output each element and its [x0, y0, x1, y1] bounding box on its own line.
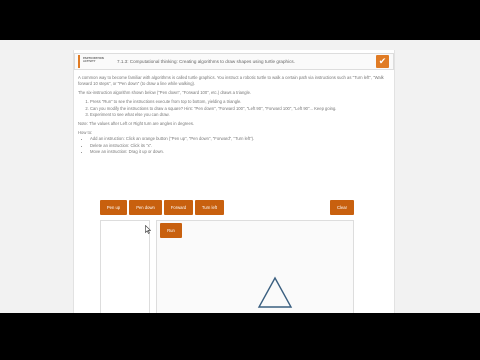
intro-text: A common way to become familiar with alg… [78, 75, 384, 86]
activity-tag: PARTICIPATION ACTIVITY [78, 55, 111, 68]
tag-line2: ACTIVITY [83, 60, 96, 64]
howto-item: Add an instruction: Click an orange butt… [90, 136, 390, 142]
forward-button[interactable]: Forward [164, 200, 193, 215]
turtle-canvas: Run [156, 220, 354, 313]
activity-body: A common way to become familiar with alg… [78, 75, 390, 158]
turn-left-button[interactable]: Turn left [195, 200, 224, 215]
activity-title: 7.1.3: Computational thinking: Creating … [117, 59, 295, 64]
howto-item: Delete an instruction: Click its "x". [90, 143, 390, 149]
triangle-drawing [257, 276, 293, 308]
step-item: Can you modify the instructions to draw … [90, 106, 390, 112]
steps-list: Press "Run" to see the instructions exec… [90, 99, 390, 118]
instruction-toolbar: Pen up Pen down Forward Turn left Clear [100, 200, 390, 215]
step-item: Experiment to see what else you can draw… [90, 112, 390, 118]
howto-item: Move an instruction: Drag it up or down. [90, 149, 390, 155]
howto-list: Add an instruction: Click an orange butt… [90, 136, 390, 155]
cursor-icon [145, 224, 152, 236]
step-item: Press "Run" to see the instructions exec… [90, 99, 390, 105]
instruction-list-panel[interactable] [100, 220, 152, 313]
instructions-intro: The six-instruction algorithm shown belo… [78, 90, 252, 95]
activity-card: PARTICIPATION ACTIVITY 7.1.3: Computatio… [73, 50, 395, 313]
page: PARTICIPATION ACTIVITY 7.1.3: Computatio… [0, 40, 480, 313]
activity-header: PARTICIPATION ACTIVITY 7.1.3: Computatio… [74, 53, 394, 70]
note-text: Note: The values after Left or Right tur… [78, 121, 195, 126]
pen-down-button[interactable]: Pen down [129, 200, 162, 215]
run-button[interactable]: Run [160, 223, 182, 238]
pen-up-button[interactable]: Pen up [100, 200, 127, 215]
clear-button[interactable]: Clear [330, 200, 354, 215]
check-icon: ✔ [376, 55, 389, 68]
